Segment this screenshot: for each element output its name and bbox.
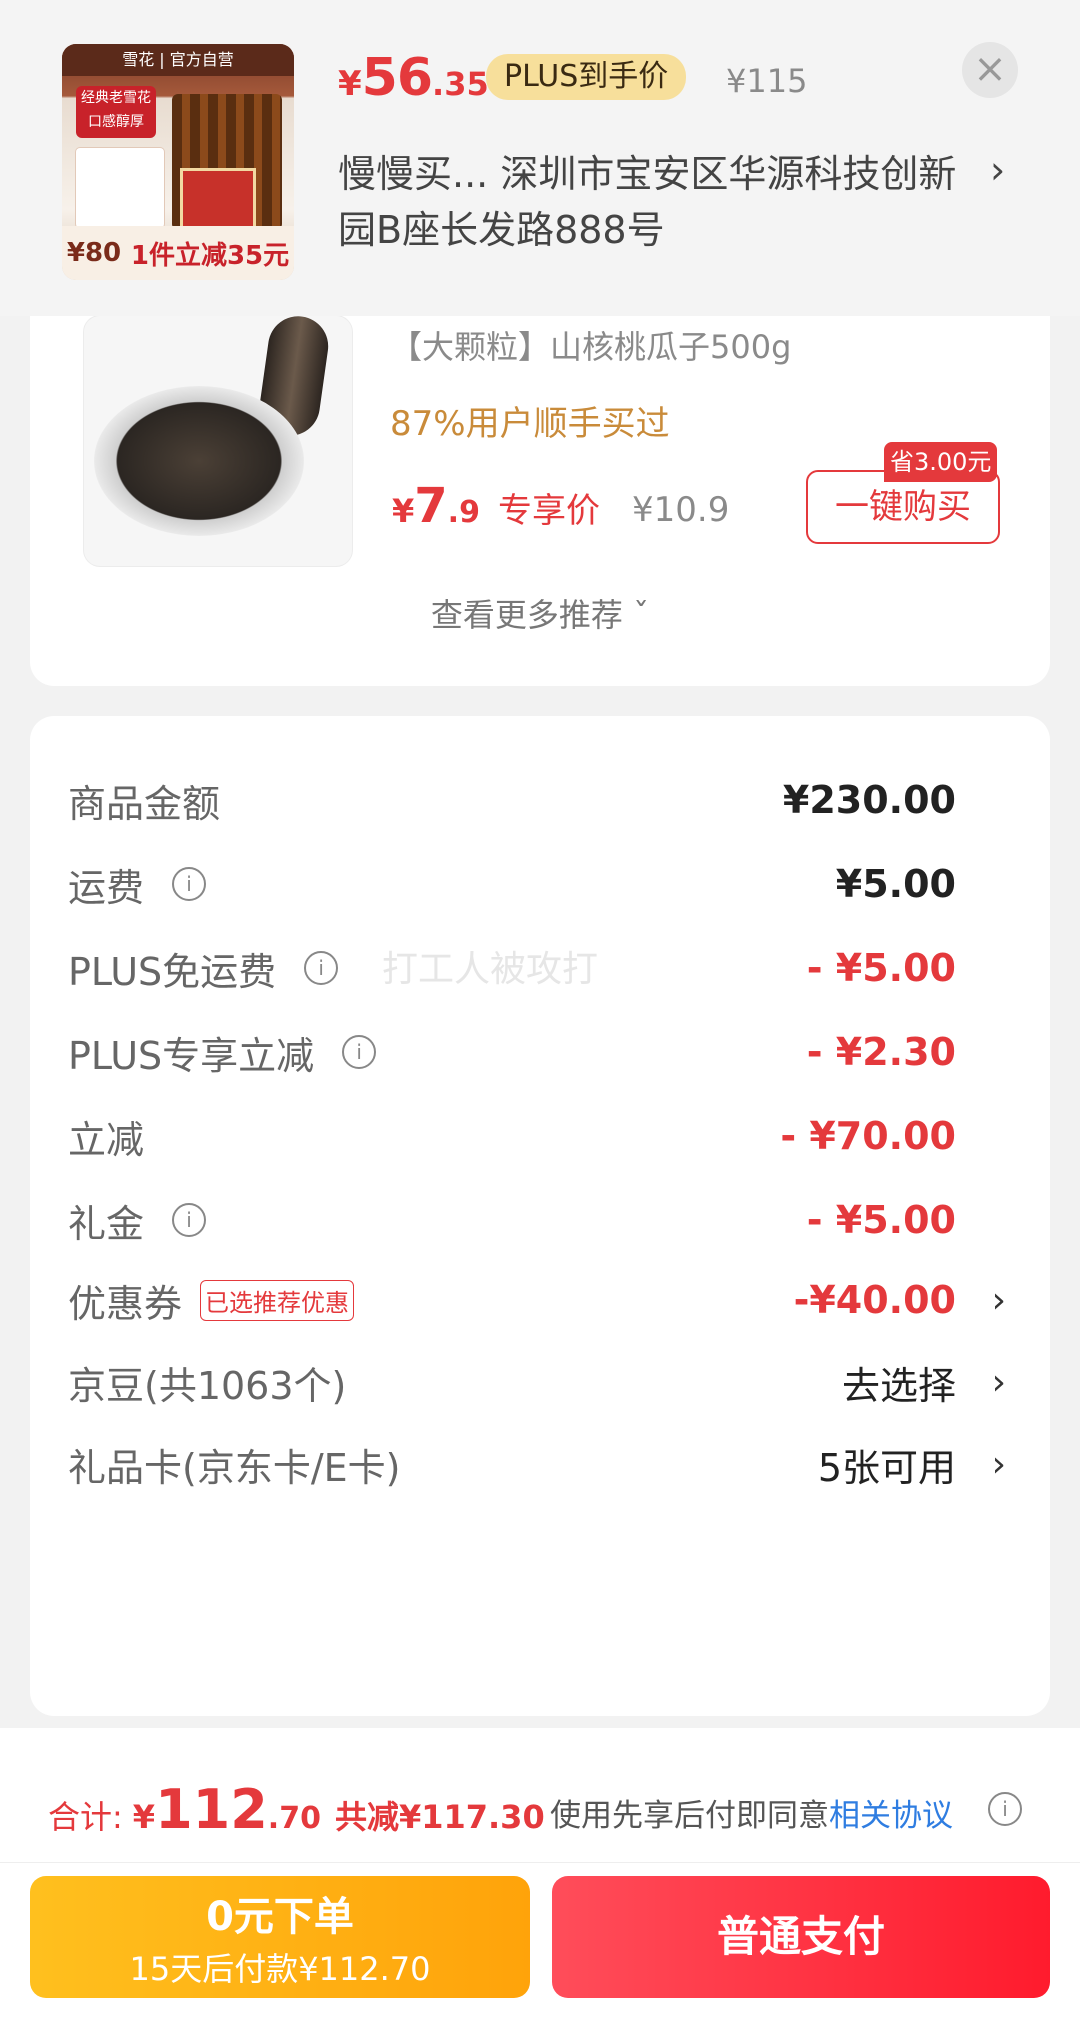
row-goods-amount: 商品金额 ¥230.00	[68, 770, 1012, 830]
thumb-brand: 雪花 | 官方自营	[62, 44, 294, 76]
chevron-right-icon[interactable]: ›	[992, 1280, 1006, 1321]
row-gift-money: 礼金 i - ¥5.00	[68, 1190, 1012, 1250]
plus-price: ¥ 56 .35	[338, 48, 489, 108]
thumb-bottom-band: ¥80 1件立减35元	[62, 226, 294, 280]
row-plus-discount: PLUS专享立减 i - ¥2.30	[68, 1022, 1012, 1082]
rec-original-price: ¥10.9	[632, 490, 730, 530]
checkout-bar: 合计: ¥ 112 .70 共减¥117.30 使用先享后付即同意相关协议 i …	[0, 1728, 1080, 2031]
row-gift-card[interactable]: 礼品卡(京东卡/E卡) 5张可用 ›	[68, 1434, 1012, 1494]
rec-bought-rate: 87%用户顺手买过	[390, 404, 670, 444]
total-integer: 112	[155, 1778, 268, 1841]
total-label: 合计:	[48, 1798, 123, 1836]
thumb-tag: 经典老雪花 口感醇厚	[76, 86, 156, 138]
save-badge: 省3.00元	[884, 442, 998, 482]
product-thumbnail[interactable]: 雪花 | 官方自营 经典老雪花 口感醇厚 ¥80 1件立减35元	[62, 44, 294, 280]
total-saved: 共减¥117.30	[334, 1798, 545, 1836]
info-icon[interactable]: i	[304, 951, 339, 985]
row-value: ¥5.00	[835, 862, 956, 906]
price-breakdown: 商品金额 ¥230.00 运费 i ¥5.00 PLUS免运费 i - ¥5.00 …	[30, 716, 1050, 1716]
thumb-coupon-graphic	[76, 148, 164, 228]
row-label: 商品金额	[68, 781, 221, 826]
row-label: PLUS免运费 i	[68, 941, 339, 996]
row-value: 去选择	[841, 1363, 956, 1408]
beer-box-image	[180, 168, 256, 234]
price-symbol: ¥	[338, 64, 362, 104]
row-label-text: 优惠券	[68, 1281, 183, 1326]
chevron-right-icon[interactable]: ›	[990, 148, 1005, 192]
normal-pay-button[interactable]: 普通支付	[552, 1876, 1050, 1998]
agreement-link[interactable]: 相关协议	[829, 1798, 953, 1834]
divider	[0, 1862, 1080, 1863]
row-label: 礼金 i	[68, 1193, 207, 1248]
original-price: ¥115	[726, 62, 808, 100]
agreement-prefix: 使用先享后付即同意	[550, 1798, 829, 1834]
row-coupon[interactable]: 优惠券 已选推荐优惠 -¥40.00 ›	[68, 1270, 1012, 1330]
info-icon[interactable]: i	[172, 867, 207, 901]
pay-later-title: 0元下单	[206, 1894, 354, 1940]
rec-product-name[interactable]: 【大颗粒】山核桃瓜子500g	[390, 322, 791, 368]
row-shipping: 运费 i ¥5.00	[68, 854, 1012, 914]
bowl-graphic	[94, 386, 304, 536]
row-value: - ¥5.00	[806, 946, 956, 990]
row-label: 礼品卡(京东卡/E卡)	[68, 1445, 401, 1490]
total-decimal: .70	[267, 1801, 321, 1836]
watermark: 打工人被攻打	[382, 949, 599, 990]
rec-price-decimal: .9	[447, 495, 480, 530]
info-icon[interactable]: i	[342, 1035, 377, 1069]
row-label-text: PLUS专享立减	[68, 1033, 315, 1078]
agreement-text: 使用先享后付即同意相关协议	[550, 1790, 953, 1835]
rec-price-label: 专享价	[497, 491, 600, 531]
product-header: 雪花 | 官方自营 经典老雪花 口感醇厚 ¥80 1件立减35元 ¥ 56 .3…	[0, 0, 1080, 316]
row-label-text: 运费	[68, 865, 145, 910]
price-integer: 56	[361, 48, 433, 108]
rec-price-symbol: ¥	[392, 492, 415, 530]
more-recommendations-link[interactable]: 查看更多推荐 ˇ	[30, 590, 1050, 636]
row-value: - ¥70.00	[780, 1114, 956, 1158]
row-label: 运费 i	[68, 857, 207, 912]
order-total: 合计: ¥ 112 .70 共减¥117.30	[48, 1778, 545, 1841]
pay-later-button[interactable]: 0元下单 15天后付款¥112.70	[30, 1876, 530, 1998]
rec-price: ¥ 7 .9 专享价	[392, 478, 600, 534]
thumb-discount: 1件立减35元	[130, 240, 290, 271]
chevron-right-icon[interactable]: ›	[992, 1444, 1006, 1485]
row-label: 优惠券 已选推荐优惠	[68, 1273, 355, 1328]
pay-later-subtitle: 15天后付款¥112.70	[129, 1950, 431, 1988]
info-icon[interactable]: i	[988, 1792, 1022, 1826]
row-value: ¥230.00	[782, 778, 956, 822]
row-label-text: 礼金	[68, 1201, 145, 1246]
rec-price-integer: 7	[414, 478, 448, 534]
row-label: 立减	[68, 1117, 145, 1162]
delivery-address[interactable]: 慢慢买... 深圳市宝安区华源科技创新园B座长发路888号	[338, 146, 968, 258]
row-instant-discount: 立减 - ¥70.00	[68, 1106, 1012, 1166]
info-icon[interactable]: i	[172, 1203, 207, 1237]
row-label-text: PLUS免运费	[68, 949, 277, 994]
row-label: 京豆(共1063个)	[68, 1363, 347, 1408]
coupon-selected-tag: 已选推荐优惠	[200, 1279, 355, 1321]
total-symbol: ¥	[132, 1798, 156, 1836]
row-value: 5张可用	[817, 1445, 956, 1490]
row-value: - ¥2.30	[806, 1030, 956, 1074]
row-jd-beans[interactable]: 京豆(共1063个) 去选择 ›	[68, 1352, 1012, 1412]
close-icon[interactable]: ×	[962, 42, 1018, 98]
sunflower-seeds-image[interactable]	[84, 316, 352, 566]
chevron-right-icon[interactable]: ›	[992, 1362, 1006, 1403]
thumb-price: ¥80	[66, 238, 122, 268]
row-value: -¥40.00	[793, 1278, 956, 1322]
price-decimal: .35	[432, 65, 489, 103]
row-value: - ¥5.00	[806, 1198, 956, 1242]
recommendation-card: 【大颗粒】山核桃瓜子500g 87%用户顺手买过 ¥ 7 .9 专享价 ¥10.…	[30, 260, 1050, 686]
plus-price-tag: PLUS到手价	[486, 54, 687, 100]
row-label: PLUS专享立减 i	[68, 1025, 377, 1080]
